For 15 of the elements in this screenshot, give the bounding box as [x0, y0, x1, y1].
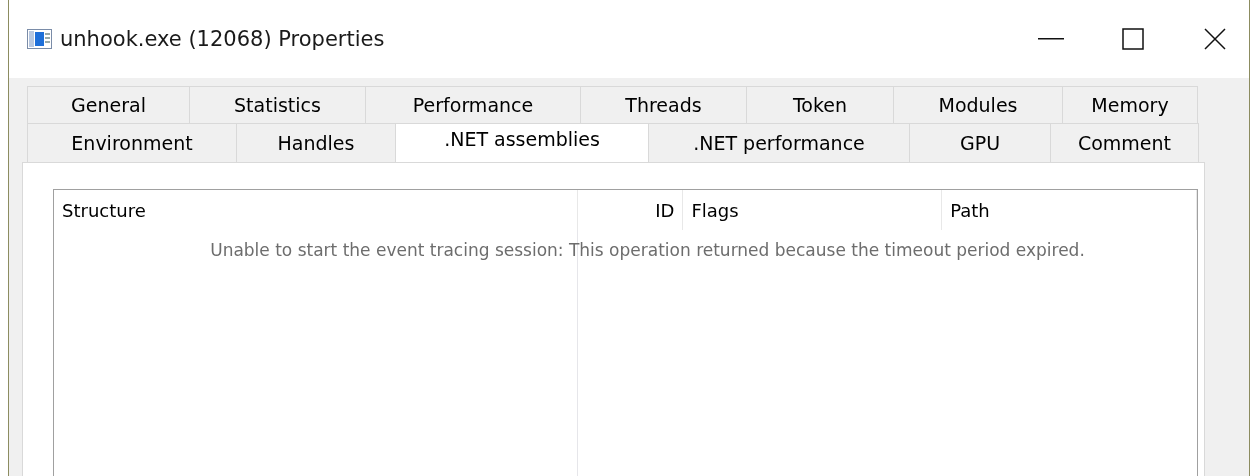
tab[interactable]: Environment — [27, 123, 237, 162]
column-header[interactable]: ID — [577, 190, 684, 230]
column-header[interactable]: Structure — [54, 190, 578, 230]
app-window-icon — [27, 29, 52, 49]
window-title: unhook.exe (12068) Properties — [60, 27, 385, 51]
close-icon — [1204, 28, 1226, 50]
tab[interactable]: Memory — [1062, 86, 1198, 123]
tab[interactable]: Comment — [1050, 123, 1199, 162]
minimize-icon — [1038, 38, 1064, 40]
maximize-icon — [1122, 28, 1144, 50]
tab[interactable]: .NET assemblies — [395, 123, 649, 162]
column-header[interactable]: Flags — [683, 190, 943, 230]
tab[interactable]: General — [27, 86, 190, 123]
column-header[interactable]: Path — [942, 190, 1197, 230]
empty-list-message: Unable to start the event tracing session: This operation returned because the timeout period expired. — [210, 240, 1085, 260]
